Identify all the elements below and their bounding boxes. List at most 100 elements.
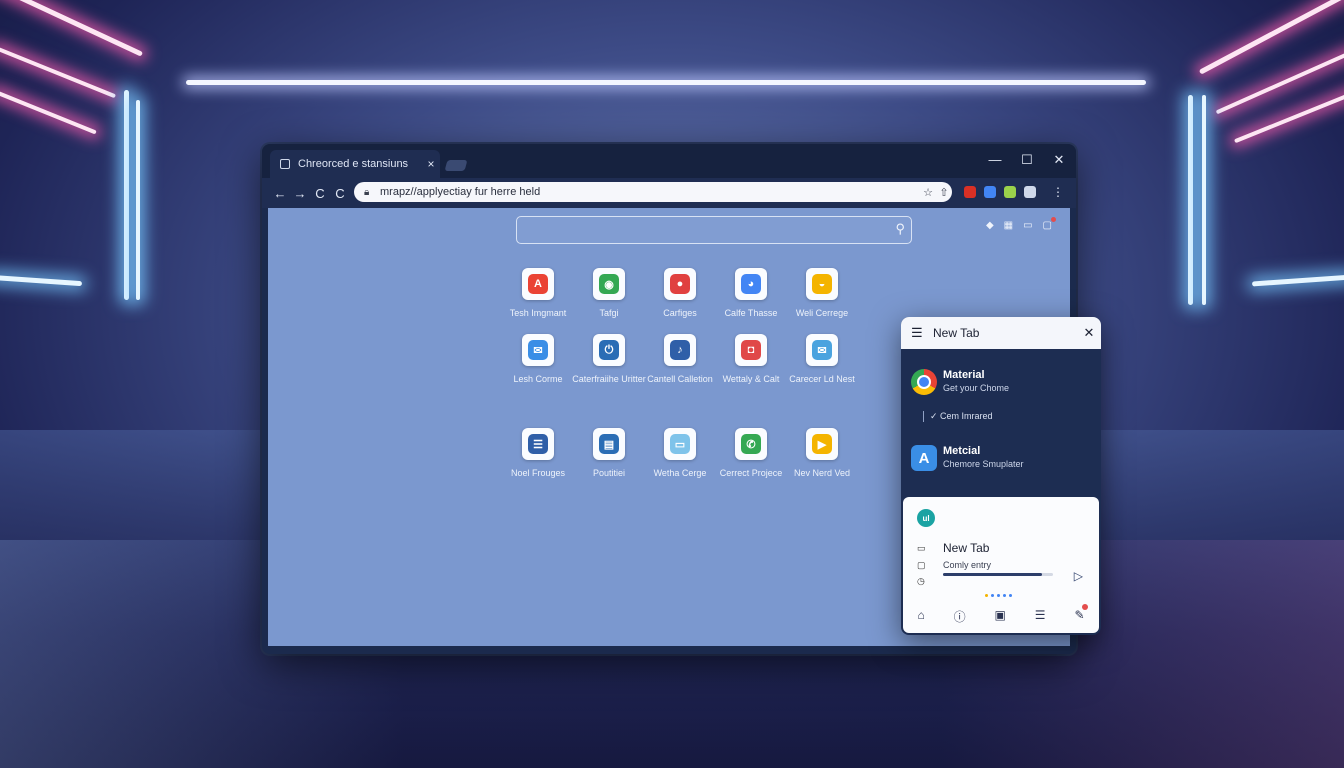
app-glyph-icon: ✉: [812, 340, 832, 360]
shortcut-icon: ✆: [735, 428, 767, 460]
home-button[interactable]: C: [330, 186, 350, 201]
shortcut-label: Poutitiei: [592, 468, 626, 478]
panel-item-material[interactable]: Material Get your Chome: [911, 369, 1009, 395]
address-bar[interactable]: 🔒︎ mrapz//applyectiay fur herre held ☆ ⇧: [354, 182, 952, 202]
panel-subitem[interactable]: ✓ Cem Imrared: [923, 411, 993, 422]
shortcut-tile[interactable]: ● Carfiges: [642, 268, 718, 318]
back-button[interactable]: ←: [270, 186, 290, 201]
shortcut-icon: ⏻: [593, 334, 625, 366]
app-glyph-icon: ◉: [599, 274, 619, 294]
app-glyph-icon: ●: [670, 274, 690, 294]
tab-title: Chreorced e stansiuns: [298, 158, 409, 170]
window-controls: — ☐ ✕: [986, 152, 1068, 168]
shortcut-icon: ✉: [806, 334, 838, 366]
panel-item-metcial[interactable]: A Metcial Chemore Smuplater: [911, 445, 1024, 471]
app-glyph-icon: ⏻: [599, 340, 619, 360]
app-glyph-icon: ◒: [812, 274, 832, 294]
search-input[interactable]: ⚲: [516, 216, 912, 244]
browser-tab[interactable]: Chreorced e stansiuns ×: [270, 150, 440, 178]
shortcut-tile[interactable]: ✉ Carecer Ld Nest: [784, 334, 860, 384]
bookmarks-icon[interactable]: ▣: [995, 608, 1006, 625]
extension-icon[interactable]: [984, 186, 996, 198]
side-panel-title: New Tab: [933, 326, 980, 340]
media-card: ul ▭ ▢ ◷ New Tab Comly entry ▷ ⌂ ⓘ ▣ ☰ ✎: [903, 497, 1099, 633]
shortcut-tile[interactable]: ⏻ Caterfraiihe Uritter: [571, 334, 647, 384]
neon-light: [136, 100, 140, 300]
app-glyph-icon: ✆: [741, 434, 761, 454]
shortcut-tile[interactable]: ▤ Poutitiei: [571, 428, 647, 478]
app-logo-icon: A: [911, 445, 937, 471]
shortcut-tile[interactable]: A Tesh Imgmant: [500, 268, 576, 318]
shortcut-tile[interactable]: ◒ Weli Cerrege: [784, 268, 860, 318]
tab-close-icon[interactable]: ×: [422, 157, 440, 171]
shortcut-tile[interactable]: ✉ Lesh Corme: [500, 334, 576, 384]
shortcut-tile[interactable]: ✆ Cerrect Projece: [713, 428, 789, 478]
shortcut-label: Nev Nerd Ved: [793, 468, 851, 478]
forward-button[interactable]: →: [290, 186, 310, 201]
app-glyph-icon: ✉: [528, 340, 548, 360]
shortcut-label: Weli Cerrege: [795, 308, 849, 318]
shortcut-label: Cerrect Projece: [719, 468, 783, 478]
shortcut-tile[interactable]: ▭ Wetha Cerge: [642, 428, 718, 478]
extension-icon[interactable]: [1004, 186, 1016, 198]
progress-fill: [943, 573, 1042, 576]
more-menu-icon[interactable]: ⋮: [1048, 185, 1068, 199]
shortcut-tile[interactable]: ◕ Calfe Thasse: [713, 268, 789, 318]
home-icon[interactable]: ⌂: [917, 608, 924, 625]
neon-light: [1202, 95, 1206, 305]
sparkle-icon[interactable]: ◆: [986, 220, 994, 231]
list-icon[interactable]: ☰: [1035, 608, 1046, 625]
shortcut-label: Wettaly & Calt: [722, 374, 780, 384]
reload-button[interactable]: C: [310, 186, 330, 201]
play-icon[interactable]: ▷: [1074, 569, 1083, 583]
close-window-button[interactable]: ✕: [1050, 152, 1068, 168]
arrow-icon: ✓: [930, 411, 941, 421]
new-tab-button[interactable]: [444, 160, 468, 171]
side-panel: ☰ New Tab ✕ Material Get your Chome ✓ Ce…: [901, 317, 1101, 635]
clock-icon: ◷: [917, 576, 925, 586]
close-icon[interactable]: ✕: [1077, 325, 1101, 341]
neon-light: [0, 0, 144, 57]
profile-icon[interactable]: [1024, 186, 1036, 198]
edit-icon[interactable]: ✎: [1074, 604, 1088, 625]
shortcut-icon: A: [522, 268, 554, 300]
neon-light: [1251, 274, 1344, 287]
app-glyph-icon: ▶: [812, 434, 832, 454]
maximize-button[interactable]: ☐: [1018, 152, 1036, 168]
window-icon[interactable]: ▭: [1023, 220, 1032, 231]
info-icon[interactable]: ⓘ: [954, 608, 966, 625]
minimize-button[interactable]: —: [986, 152, 1004, 168]
shortcut-label: Noel Frouges: [510, 468, 566, 478]
shortcut-icon: ◘: [735, 334, 767, 366]
notification-icon[interactable]: ▢: [1043, 217, 1056, 231]
card-badge: ul: [917, 509, 935, 527]
app-glyph-icon: ◘: [741, 340, 761, 360]
chrome-logo-icon: [911, 369, 937, 395]
apps-icon[interactable]: ▦: [1004, 220, 1013, 231]
shortcut-tile[interactable]: ☰ Noel Frouges: [500, 428, 576, 478]
shortcut-tile[interactable]: ♪ Cantell Calletion: [642, 334, 718, 384]
shortcut-icon: ☰: [522, 428, 554, 460]
extension-icon[interactable]: [964, 186, 976, 198]
browser-toolbar: ← → C C 🔒︎ mrapz//applyectiay fur herre …: [262, 178, 1076, 208]
neon-light: [0, 274, 83, 287]
app-glyph-icon: ◕: [741, 274, 761, 294]
shortcut-tile[interactable]: ◘ Wettaly & Calt: [713, 334, 789, 384]
shortcut-tile[interactable]: ◉ Tafgi: [571, 268, 647, 318]
star-icon[interactable]: ☆: [920, 186, 936, 199]
address-url: mrapz//applyectiay fur herre held: [380, 186, 541, 198]
progress-bar[interactable]: [943, 573, 1053, 576]
shortcut-icon: ♪: [664, 334, 696, 366]
shortcut-tile[interactable]: ▶ Nev Nerd Ved: [784, 428, 860, 478]
page-dots: [985, 594, 1012, 597]
card-caption: Comly entry: [943, 560, 992, 570]
lock-icon: 🔒︎: [364, 186, 370, 198]
shortcut-label: Cantell Calletion: [647, 374, 713, 384]
menu-icon[interactable]: ☰: [911, 325, 933, 341]
shortcut-icon: ◕: [735, 268, 767, 300]
shortcut-label: Carecer Ld Nest: [789, 374, 855, 384]
shortcut-icon: ▭: [664, 428, 696, 460]
shortcut-label: Lesh Corme: [513, 374, 563, 384]
bookmark-icon[interactable]: ⇧: [936, 186, 952, 199]
card-title: New Tab: [943, 541, 990, 555]
